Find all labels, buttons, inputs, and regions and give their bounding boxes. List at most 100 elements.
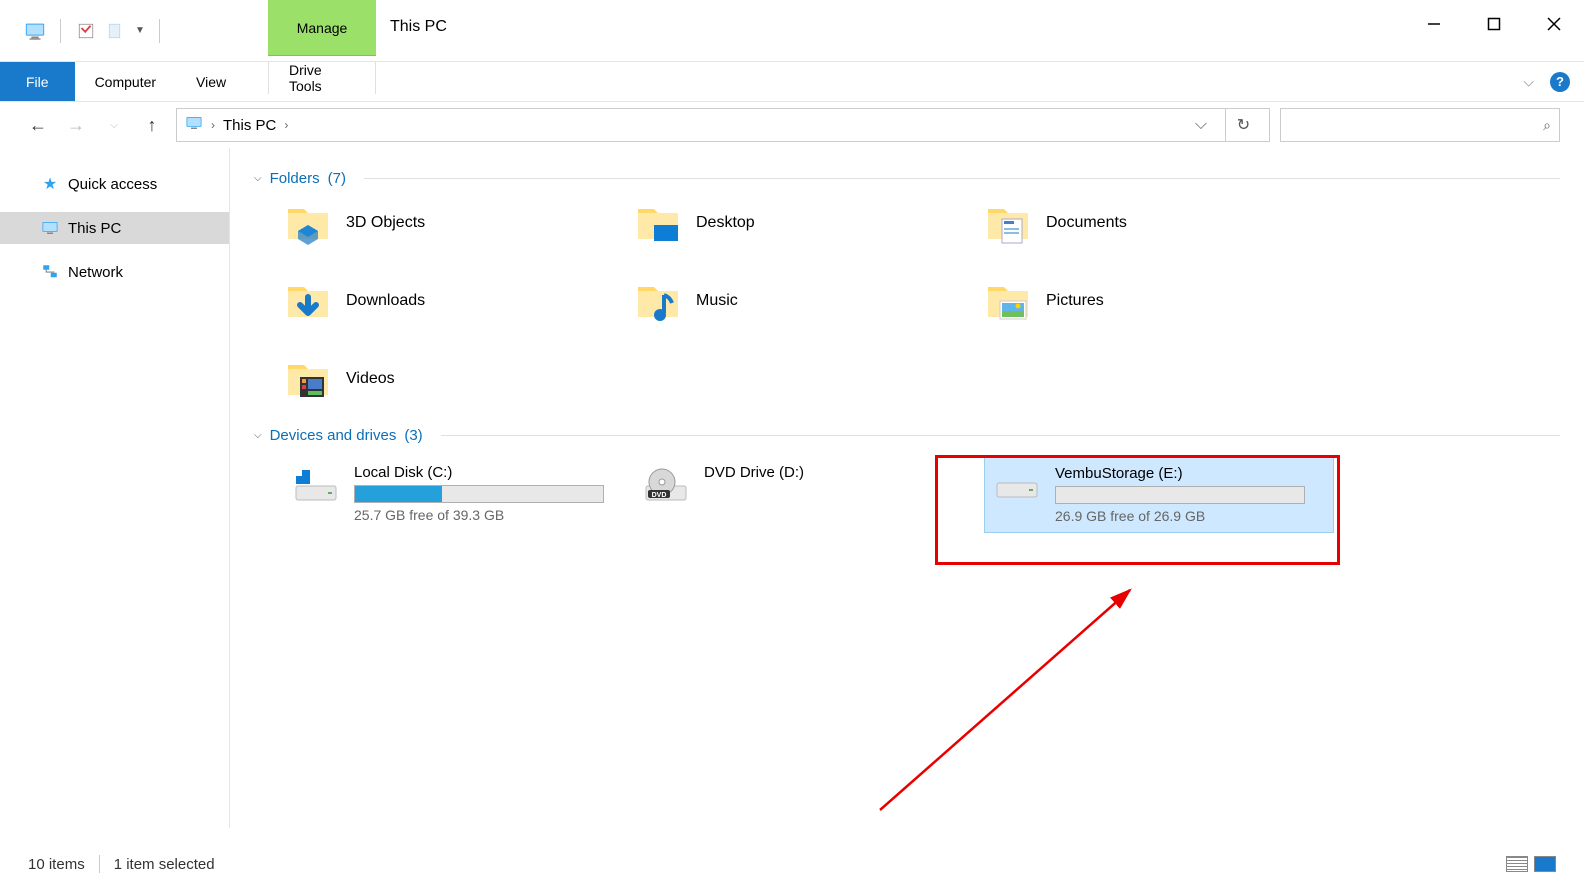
chevron-right-icon[interactable]: › (211, 118, 215, 132)
drive-label: VembuStorage (E:) (1055, 465, 1325, 482)
pc-icon (185, 114, 203, 137)
hdd-icon (993, 469, 1041, 507)
drive-tools-tab-label: Drive Tools (289, 62, 355, 94)
properties-icon[interactable] (75, 20, 97, 42)
sidebar-item-label: Quick access (68, 176, 157, 193)
folder-label: 3D Objects (346, 214, 425, 232)
folder-icon (634, 199, 682, 247)
folders-grid: 3D Objects Desktop Documents Downloads M… (254, 199, 1560, 403)
qa-dropdown-icon[interactable]: ▼ (135, 25, 145, 36)
folder-label: Desktop (696, 214, 755, 232)
chevron-right-icon[interactable]: › (284, 118, 288, 132)
folder-icon (284, 199, 332, 247)
up-button[interactable]: ↑ (138, 111, 166, 139)
drives-section-header[interactable]: ⌵ Devices and drives (3) (254, 427, 1560, 444)
folder-label: Documents (1046, 214, 1127, 232)
view-tab[interactable]: View (176, 62, 246, 101)
folder-downloads[interactable]: Downloads (284, 277, 634, 325)
folders-section-header[interactable]: ⌵ Folders (7) (254, 170, 1560, 187)
file-tab-label: File (26, 74, 49, 90)
ribbon-tabs: File Computer View Drive Tools ⌵ ? (0, 62, 1584, 102)
quick-access-toolbar: ▼ (0, 19, 166, 43)
sidebar-network[interactable]: Network (0, 256, 229, 288)
folder-label: Pictures (1046, 292, 1104, 310)
status-bar: 10 items 1 item selected (0, 846, 1584, 882)
file-tab[interactable]: File (0, 62, 75, 101)
drive-label: DVD Drive (D:) (704, 464, 976, 481)
section-label: Devices and drives (270, 427, 397, 444)
pc-icon (40, 218, 60, 238)
close-button[interactable] (1524, 0, 1584, 48)
forward-button[interactable]: → (62, 111, 90, 139)
main-area: ★ Quick access This PC Network ⌵ Folders… (0, 148, 1584, 828)
star-icon: ★ (40, 174, 60, 194)
drives-grid: Local Disk (C:) 25.7 GB free of 39.3 GB … (254, 456, 1560, 533)
navigation-pane: ★ Quick access This PC Network (0, 148, 230, 828)
folder-pictures[interactable]: Pictures (984, 277, 1334, 325)
folder-label: Videos (346, 370, 395, 388)
sidebar-item-label: Network (68, 264, 123, 281)
folder-icon (284, 355, 332, 403)
drive-label: Local Disk (C:) (354, 464, 626, 481)
computer-tab-label: Computer (95, 74, 156, 90)
drive-local-c[interactable]: Local Disk (C:) 25.7 GB free of 39.3 GB (284, 456, 634, 533)
chevron-down-icon: ⌵ (254, 430, 262, 441)
drive-dvd-d[interactable]: DVD DVD Drive (D:) (634, 456, 984, 533)
folder-icon (984, 199, 1032, 247)
section-count: (7) (328, 170, 346, 187)
drive-info: VembuStorage (E:) 26.9 GB free of 26.9 G… (1055, 465, 1325, 524)
refresh-button[interactable]: ↻ (1225, 108, 1261, 142)
maximize-button[interactable] (1464, 0, 1524, 48)
drive-usage-bar (1055, 486, 1305, 504)
drive-vembustorage-e[interactable]: VembuStorage (E:) 26.9 GB free of 26.9 G… (984, 456, 1334, 533)
help-icon[interactable]: ? (1550, 72, 1570, 92)
drive-info: Local Disk (C:) 25.7 GB free of 39.3 GB (354, 464, 626, 523)
divider (60, 19, 61, 43)
divider (364, 178, 1560, 179)
divider (441, 435, 1560, 436)
folder-desktop[interactable]: Desktop (634, 199, 984, 247)
pc-icon (24, 20, 46, 42)
search-icon: ⌕ (1543, 117, 1551, 134)
folder-icon (634, 277, 682, 325)
divider (159, 19, 160, 43)
network-icon (40, 262, 60, 282)
large-icons-view-icon[interactable] (1534, 856, 1556, 872)
folder-music[interactable]: Music (634, 277, 984, 325)
minimize-button[interactable] (1404, 0, 1464, 48)
drive-free-text: 26.9 GB free of 26.9 GB (1055, 508, 1325, 524)
address-bar[interactable]: › This PC › ⌵ ↻ (176, 108, 1270, 142)
address-dropdown-icon[interactable]: ⌵ (1185, 116, 1217, 134)
window-title: This PC (390, 18, 447, 36)
manage-tab[interactable]: Manage (268, 0, 376, 56)
sidebar-quick-access[interactable]: ★ Quick access (0, 168, 229, 200)
manage-tab-label: Manage (297, 20, 348, 36)
sidebar-this-pc[interactable]: This PC (0, 212, 229, 244)
divider (99, 855, 100, 873)
drive-usage-bar (354, 485, 604, 503)
section-label: Folders (270, 170, 320, 187)
folder-videos[interactable]: Videos (284, 355, 634, 403)
dvd-icon: DVD (642, 468, 690, 506)
view-tab-label: View (196, 74, 226, 90)
new-folder-icon[interactable] (105, 20, 127, 42)
folder-icon (984, 277, 1032, 325)
drive-tools-tab[interactable]: Drive Tools (268, 62, 376, 94)
window-controls (1404, 0, 1584, 48)
folder-documents[interactable]: Documents (984, 199, 1334, 247)
computer-tab[interactable]: Computer (75, 62, 176, 101)
details-view-icon[interactable] (1506, 856, 1528, 872)
folder-icon (284, 277, 332, 325)
section-count: (3) (404, 427, 422, 444)
back-button[interactable]: ← (24, 111, 52, 139)
title-bar: ▼ Manage This PC (0, 0, 1584, 62)
breadcrumb-this-pc[interactable]: This PC (223, 117, 276, 134)
recent-dropdown-icon[interactable]: ⌵ (100, 111, 128, 139)
svg-text:DVD: DVD (652, 492, 667, 499)
chevron-down-icon: ⌵ (254, 173, 262, 184)
folder-3d-objects[interactable]: 3D Objects (284, 199, 634, 247)
search-box[interactable]: ⌕ (1280, 108, 1560, 142)
view-mode-icons (1506, 856, 1556, 872)
navigation-bar: ← → ⌵ ↑ › This PC › ⌵ ↻ ⌕ (0, 102, 1584, 148)
expand-ribbon-icon[interactable]: ⌵ (1523, 73, 1534, 90)
